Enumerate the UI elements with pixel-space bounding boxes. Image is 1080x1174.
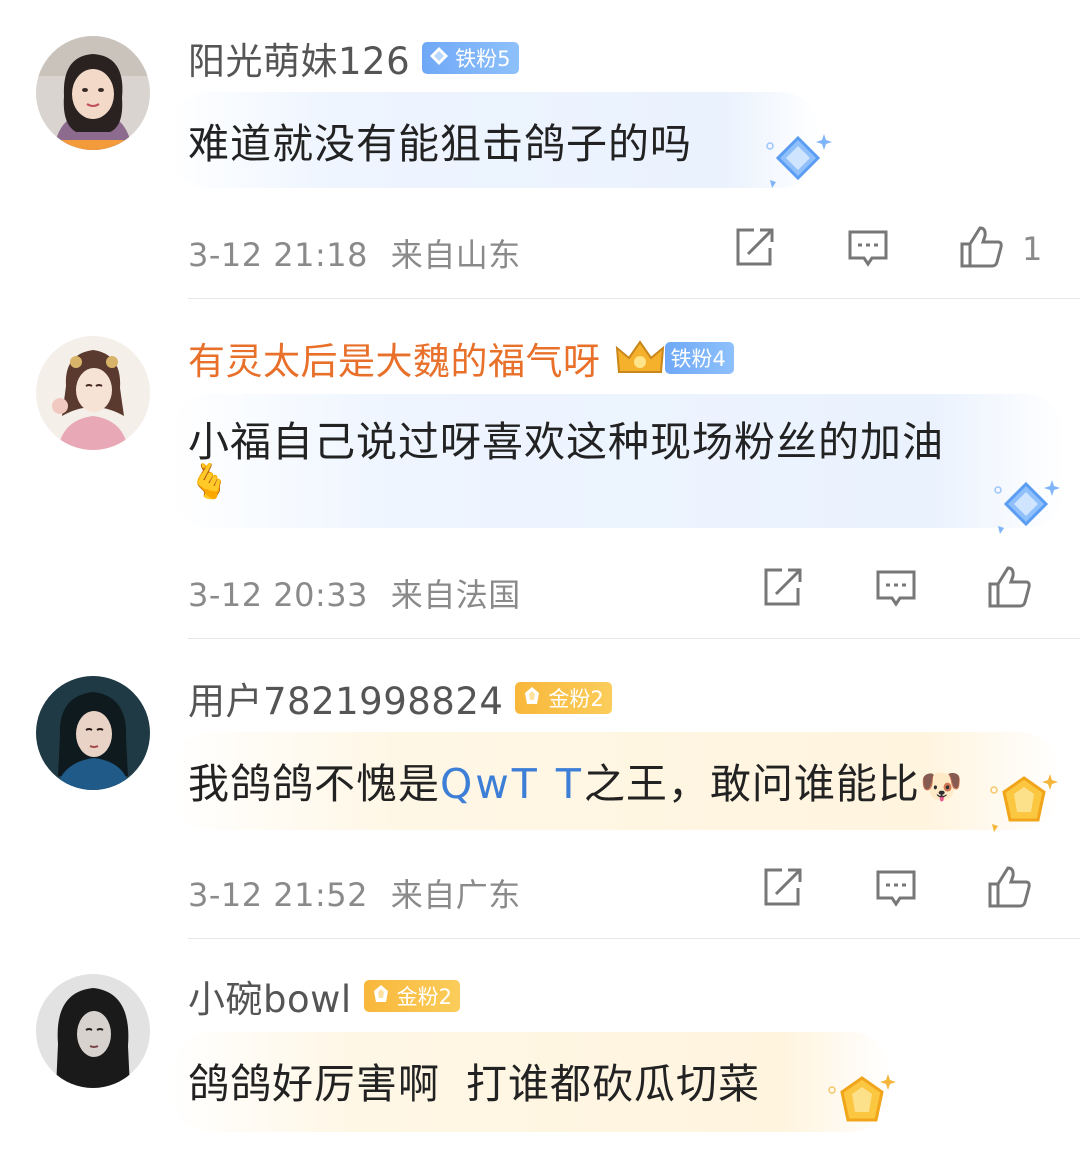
diamond-icon bbox=[994, 476, 1064, 542]
gold-gem-icon bbox=[986, 770, 1062, 840]
username[interactable]: 阳光萌妹126 bbox=[188, 31, 410, 85]
diamond-icon bbox=[428, 45, 450, 72]
fan-badge[interactable]: 金粉2 bbox=[363, 980, 461, 1012]
username[interactable]: 有灵太后是大魏的福气呀 bbox=[188, 331, 601, 385]
comment-text-part: 之王，敢问谁能比 bbox=[583, 760, 920, 808]
comment-emoji: 🫰 bbox=[188, 462, 232, 502]
comment-item: 小碗bowl 金粉2 鸽鸽好厉害啊 打谁都砍瓜切菜 bbox=[0, 940, 1080, 1174]
comment-icon[interactable] bbox=[874, 866, 918, 910]
gold-gem-icon bbox=[824, 1070, 900, 1140]
repost-icon[interactable] bbox=[760, 566, 804, 610]
fan-badge-label: 金粉2 bbox=[548, 687, 604, 711]
divider bbox=[188, 938, 1080, 939]
avatar[interactable] bbox=[36, 676, 150, 790]
comment-time: 3-12 21:18 bbox=[188, 236, 369, 274]
username[interactable]: 小碗bowl bbox=[188, 969, 352, 1023]
repost-icon[interactable] bbox=[732, 226, 776, 270]
comment-location: 来自法国 bbox=[390, 576, 521, 614]
doge-emoji: 🐶 bbox=[919, 767, 964, 807]
comment-text[interactable]: 鸽鸽好厉害啊 打谁都砍瓜切菜 bbox=[188, 1050, 760, 1110]
comment-text-part: 我鸽鸽不愧是 bbox=[188, 760, 440, 808]
comment-location: 来自广东 bbox=[390, 876, 521, 914]
divider bbox=[188, 298, 1080, 299]
fan-badge[interactable]: 铁粉4 bbox=[664, 342, 734, 374]
divider bbox=[188, 638, 1080, 639]
diamond-icon bbox=[521, 685, 543, 712]
comment-meta: 3-12 20:33 来自法国 bbox=[188, 570, 521, 616]
username-row: 有灵太后是大魏的福气呀 铁粉4 bbox=[188, 331, 734, 385]
fan-badge-label: 金粉2 bbox=[396, 985, 453, 1009]
comment-text-highlight: QwT T bbox=[440, 760, 584, 808]
username[interactable]: 用户7821998824 bbox=[188, 671, 503, 725]
thumbs-up-icon[interactable] bbox=[986, 564, 1031, 608]
fan-badge[interactable]: 金粉2 bbox=[515, 682, 612, 714]
comment-text[interactable]: 难道就没有能狙击鸽子的吗 bbox=[188, 110, 692, 170]
diamond-icon bbox=[766, 130, 836, 196]
avatar[interactable] bbox=[36, 974, 150, 1088]
comment-meta: 3-12 21:52 来自广东 bbox=[188, 870, 521, 916]
comment-time: 3-12 20:33 bbox=[188, 576, 369, 614]
comment-item: 用户7821998824 金粉2 我鸽鸽不愧是QwT T之王，敢问谁能比🐶 3-… bbox=[0, 640, 1080, 940]
username-row: 小碗bowl 金粉2 bbox=[188, 969, 461, 1023]
comment-time: 3-12 21:52 bbox=[188, 876, 369, 914]
fan-badge[interactable]: 铁粉5 bbox=[422, 42, 519, 74]
diamond-icon bbox=[370, 983, 392, 1010]
thumbs-up-icon[interactable] bbox=[986, 864, 1031, 908]
comment-meta: 3-12 21:18 来自山东 bbox=[188, 230, 521, 276]
username-row: 用户7821998824 金粉2 bbox=[188, 671, 612, 725]
username-row: 阳光萌妹126 铁粉5 bbox=[188, 31, 519, 85]
fan-badge-label: 铁粉4 bbox=[670, 347, 726, 371]
comment-icon[interactable] bbox=[846, 226, 890, 270]
comment-location: 来自山东 bbox=[390, 236, 521, 274]
thumbs-up-icon[interactable] bbox=[958, 224, 1003, 268]
comment-item: 阳光萌妹126 铁粉5 难道就没有能狙击鸽子的吗 3-12 21:18 来自山东… bbox=[0, 0, 1080, 300]
comment-text[interactable]: 小福自己说过呀喜欢这种现场粉丝的加油 bbox=[188, 408, 944, 468]
comment-item: 有灵太后是大魏的福气呀 铁粉4 小福自己说过呀喜欢这种现场粉丝的加油 🫰 3-1… bbox=[0, 300, 1080, 640]
avatar[interactable] bbox=[36, 36, 150, 150]
repost-icon[interactable] bbox=[760, 866, 804, 910]
crown-icon bbox=[615, 338, 665, 378]
like-count: 1 bbox=[1022, 230, 1043, 268]
comment-icon[interactable] bbox=[874, 566, 918, 610]
fan-badge-label: 铁粉5 bbox=[455, 47, 511, 71]
comment-text[interactable]: 我鸽鸽不愧是QwT T之王，敢问谁能比🐶 bbox=[188, 750, 963, 810]
avatar[interactable] bbox=[36, 336, 150, 450]
